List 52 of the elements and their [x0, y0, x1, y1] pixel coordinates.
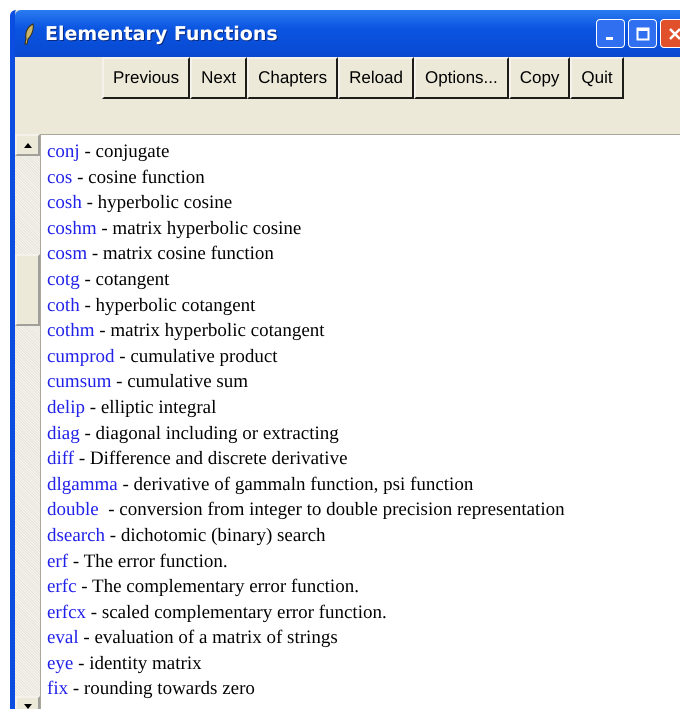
function-description: - scaled complementary error function. — [90, 602, 387, 623]
function-link[interactable]: diff — [47, 448, 74, 470]
toolbar-button[interactable]: Copy — [508, 57, 570, 99]
function-link[interactable]: eye — [47, 652, 74, 674]
function-description: - diagonal including or extracting — [83, 422, 339, 444]
function-description: - cumulative sum — [115, 371, 248, 392]
function-description: - hyperbolic cosine — [86, 192, 232, 214]
function-description: - Difference and discrete derivative — [78, 448, 348, 470]
function-description: - conversion from integer to double precision representation — [107, 499, 565, 520]
function-link[interactable]: cumprod — [47, 346, 115, 367]
function-description: - evaluation of a matrix of strings — [82, 627, 338, 648]
function-description: - cosine function — [76, 166, 205, 188]
function-link[interactable]: erfc — [47, 576, 77, 598]
function-link[interactable]: eval — [47, 627, 79, 648]
function-description: - elliptic integral — [88, 396, 216, 418]
function-description: - dichotomic (binary) search — [108, 524, 326, 546]
function-link[interactable]: erf — [47, 550, 68, 572]
function-description: - The error function. — [72, 550, 228, 572]
toolbar-button[interactable]: Quit — [570, 57, 624, 99]
function-link[interactable]: double — [47, 499, 99, 520]
function-link[interactable]: cos — [47, 166, 72, 188]
function-link[interactable]: erfcx — [47, 602, 86, 623]
toolbar-button[interactable]: Previous — [102, 57, 190, 99]
function-description: - derivative of gammaln function, psi function — [121, 474, 474, 495]
function-link[interactable]: dsearch — [47, 524, 106, 546]
toolbar-button[interactable]: Chapters — [247, 57, 338, 99]
function-link[interactable]: fix — [47, 678, 68, 700]
function-description: - identity matrix — [77, 652, 202, 674]
function-link[interactable]: cosh — [47, 192, 82, 214]
function-description: - cumulative product — [118, 346, 278, 367]
function-link[interactable]: coth — [47, 294, 80, 316]
function-description: - matrix hyperbolic cotangent — [98, 320, 325, 342]
function-link[interactable]: coshm — [47, 218, 97, 239]
function-description: - matrix cosine function — [90, 243, 274, 264]
function-link[interactable]: conj — [47, 141, 80, 162]
function-link[interactable]: cothm — [47, 320, 94, 342]
window-title: Elementary Functions — [45, 22, 278, 44]
function-link[interactable]: delip — [47, 396, 85, 418]
function-link[interactable]: dlgamma — [47, 474, 118, 495]
function-link[interactable]: cumsum — [47, 371, 112, 392]
function-description: - conjugate — [83, 141, 170, 162]
function-link[interactable]: diag — [47, 422, 80, 444]
function-description: - The complementary error function. — [80, 576, 359, 598]
function-link[interactable]: cosm — [47, 243, 88, 264]
function-description: - cotangent — [83, 268, 170, 290]
function-description: - hyperbolic cotangent — [83, 294, 256, 316]
function-description: - matrix hyperbolic cosine — [100, 218, 302, 239]
toolbar-button[interactable]: Reload — [338, 57, 414, 99]
function-description: - rounding towards zero — [72, 678, 255, 700]
toolbar-button[interactable]: Next — [190, 57, 248, 99]
toolbar-button[interactable]: Options... — [414, 57, 509, 99]
function-link[interactable]: cotg — [47, 268, 80, 290]
